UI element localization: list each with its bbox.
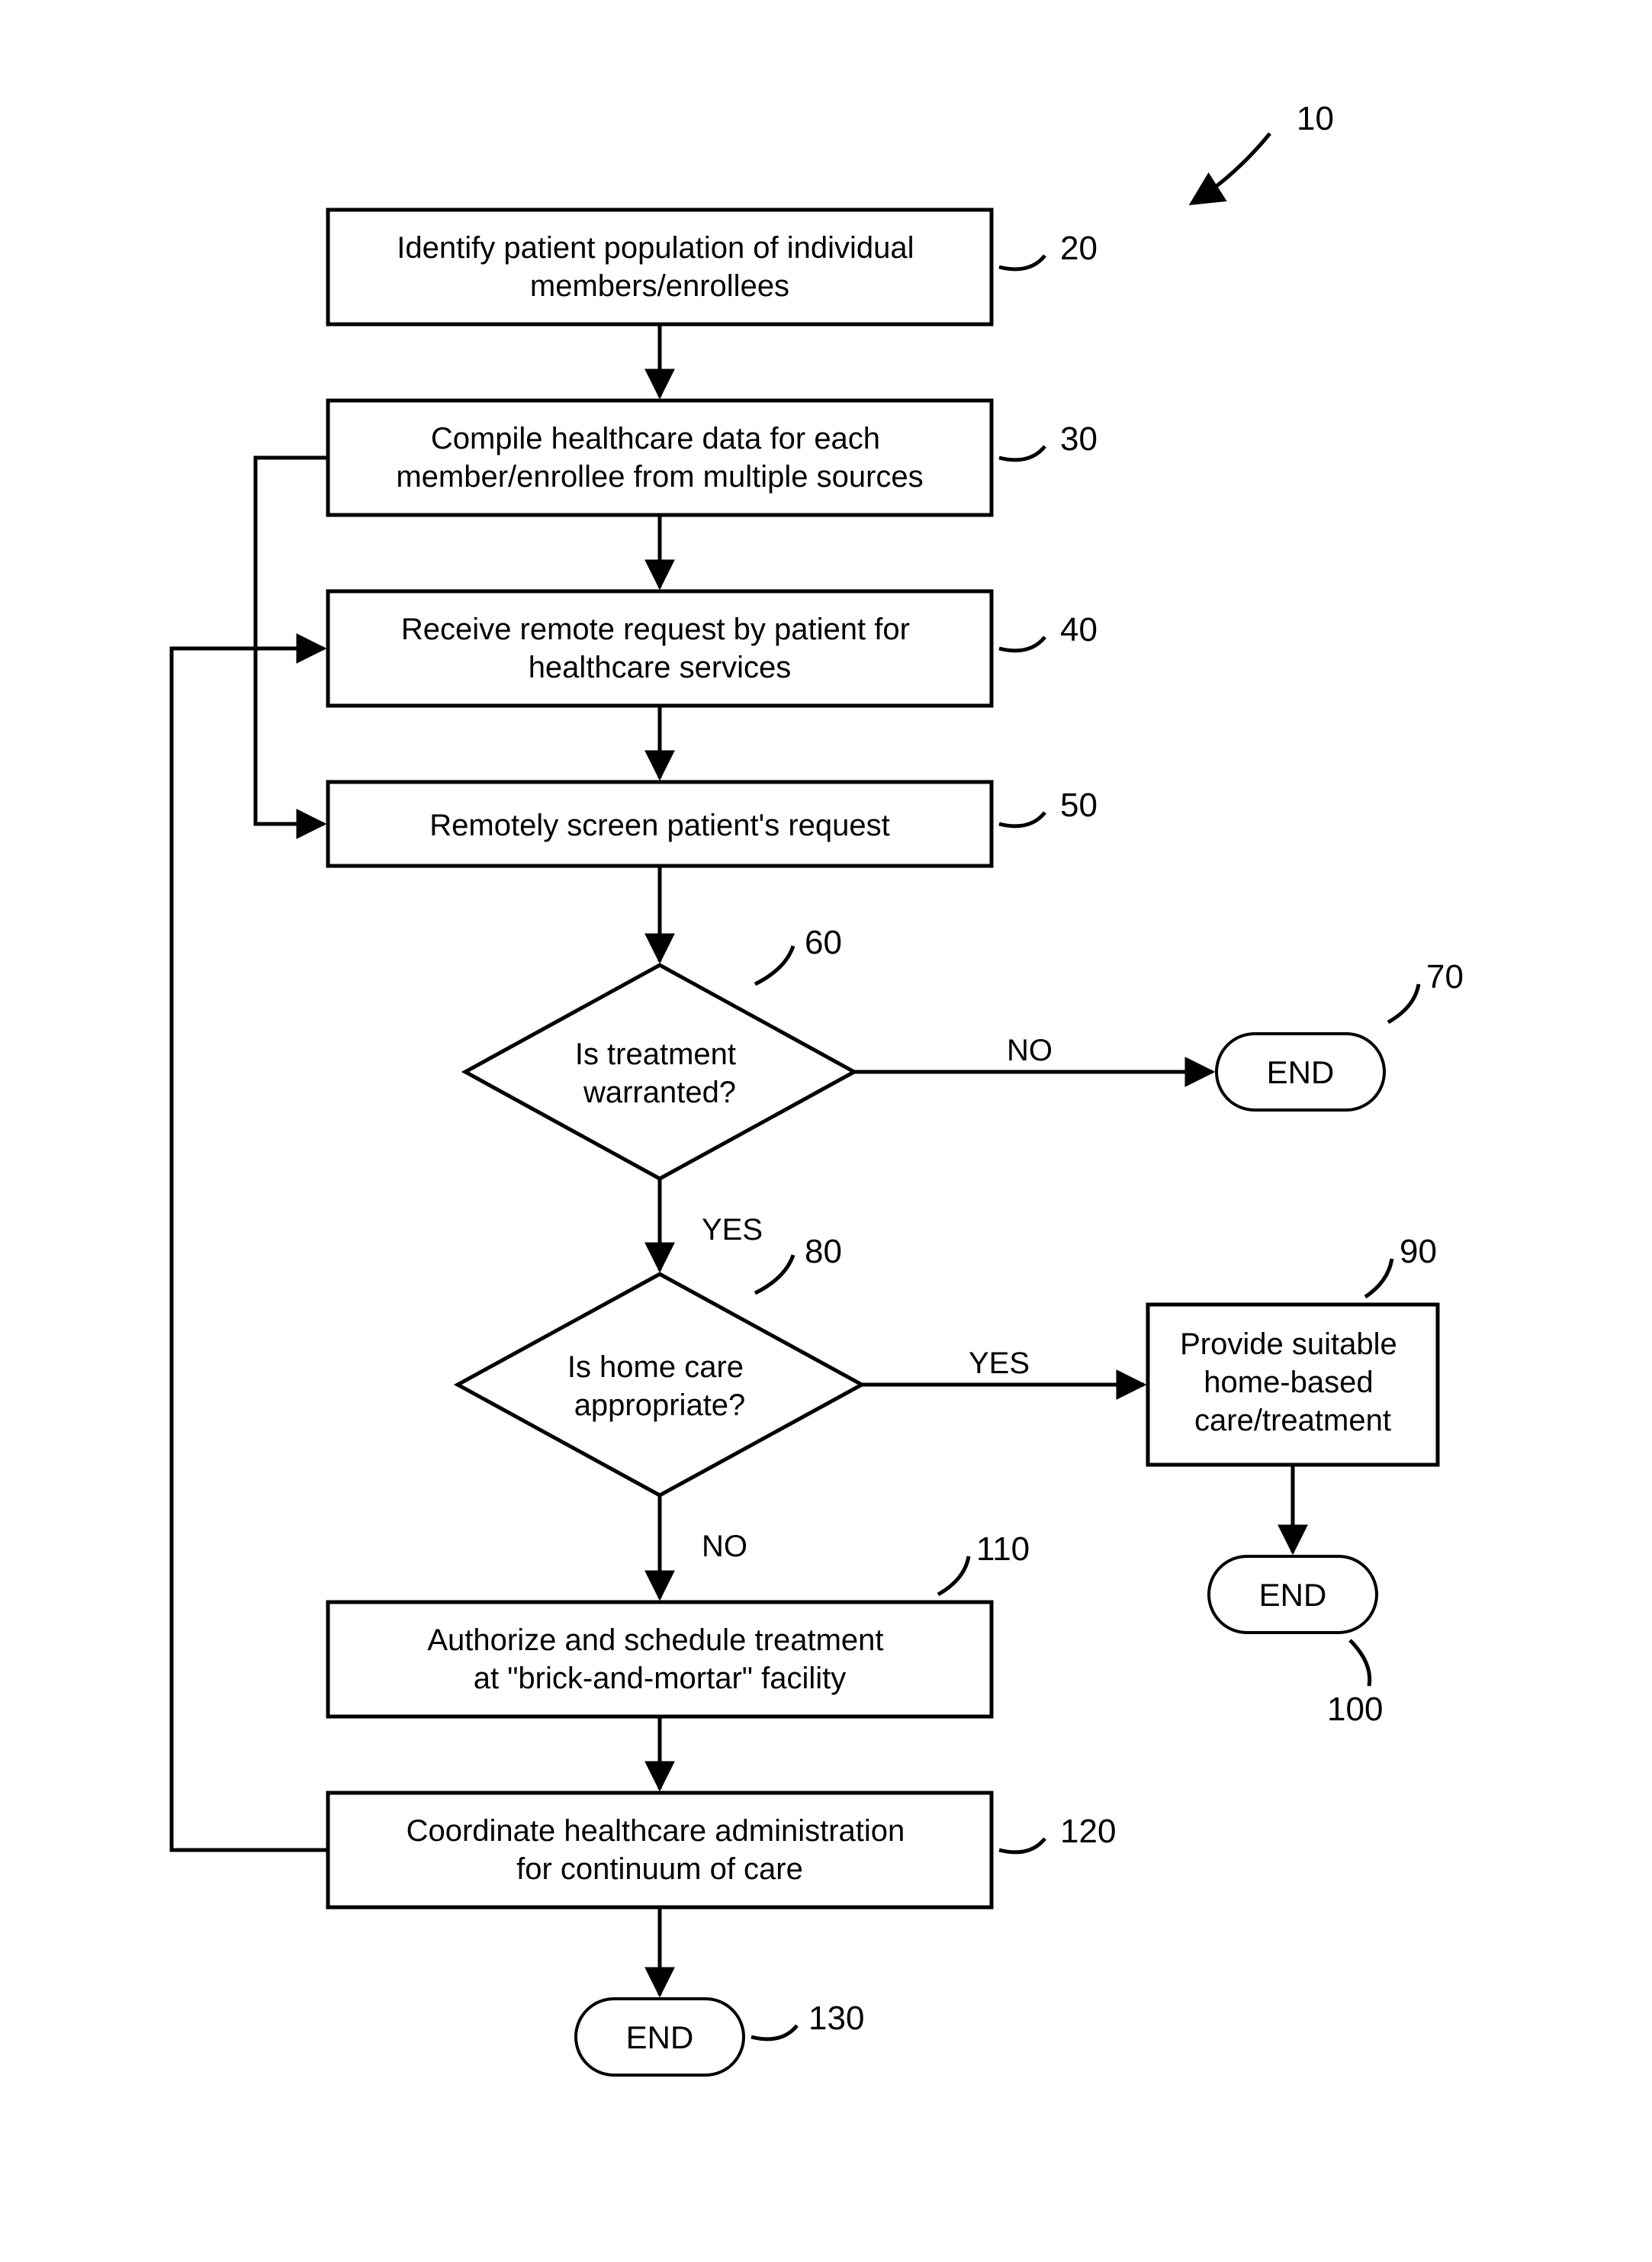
label-no-60: NO	[1007, 1034, 1053, 1067]
box-90: Provide suitable home-based care/treatme…	[1148, 1233, 1438, 1465]
decision-80: Is home care appropriate? 80	[458, 1233, 862, 1495]
box-40: Receive remote request by patient for he…	[328, 591, 1098, 706]
edge-60-yes: YES	[660, 1179, 763, 1270]
ref-30: 30	[1060, 420, 1098, 458]
box-30: Compile healthcare data for each member/…	[328, 401, 1098, 515]
label-no-80: NO	[702, 1530, 747, 1563]
edge-120-40-feedback	[172, 648, 328, 1850]
ref-20: 20	[1060, 230, 1098, 267]
ref-arrow-10: 10	[1194, 100, 1334, 202]
edge-60-no: NO	[854, 1034, 1213, 1072]
label-yes-80: YES	[969, 1347, 1030, 1380]
svg-text:Provide suitable home-ba: Provide suitable home-based care/treatme…	[1180, 1327, 1406, 1437]
ref-50: 50	[1060, 787, 1098, 824]
box-50: Remotely screen patient's request 50	[328, 782, 1098, 866]
terminator-130: END 130	[576, 1999, 864, 2075]
box-110: Authorize and schedule treatment at "bri…	[328, 1530, 1030, 1717]
label-yes-60: YES	[702, 1213, 763, 1247]
edge-80-no: NO	[660, 1495, 747, 1598]
ref-90: 90	[1400, 1233, 1437, 1270]
flowchart: 10 Identify patient population of indivi…	[0, 0, 1652, 2262]
box-120: Coordinate healthcare administration for…	[328, 1793, 1116, 1907]
svg-text:Remotely screen patient's requ: Remotely screen patient's request	[429, 809, 890, 842]
box-20: Identify patient population of individua…	[328, 210, 1098, 324]
ref-120: 120	[1060, 1813, 1116, 1850]
ref-110: 110	[976, 1530, 1030, 1568]
ref-40: 40	[1060, 611, 1098, 648]
ref-70: 70	[1426, 958, 1464, 996]
ref-label-10: 10	[1297, 100, 1334, 137]
decision-60: Is treatment warranted? 60	[465, 924, 854, 1179]
ref-130: 130	[808, 2000, 864, 2037]
svg-text:END: END	[1267, 1054, 1335, 1090]
edge-80-yes: YES	[862, 1347, 1144, 1385]
ref-100: 100	[1327, 1691, 1383, 1728]
terminator-70: END 70	[1217, 958, 1464, 1110]
terminator-100: END 100	[1209, 1556, 1383, 1728]
edge-30-50-feedback	[256, 458, 328, 824]
svg-text:END: END	[1259, 1577, 1327, 1613]
ref-60: 60	[805, 924, 842, 961]
ref-80: 80	[805, 1233, 842, 1270]
svg-text:END: END	[626, 2019, 694, 2055]
